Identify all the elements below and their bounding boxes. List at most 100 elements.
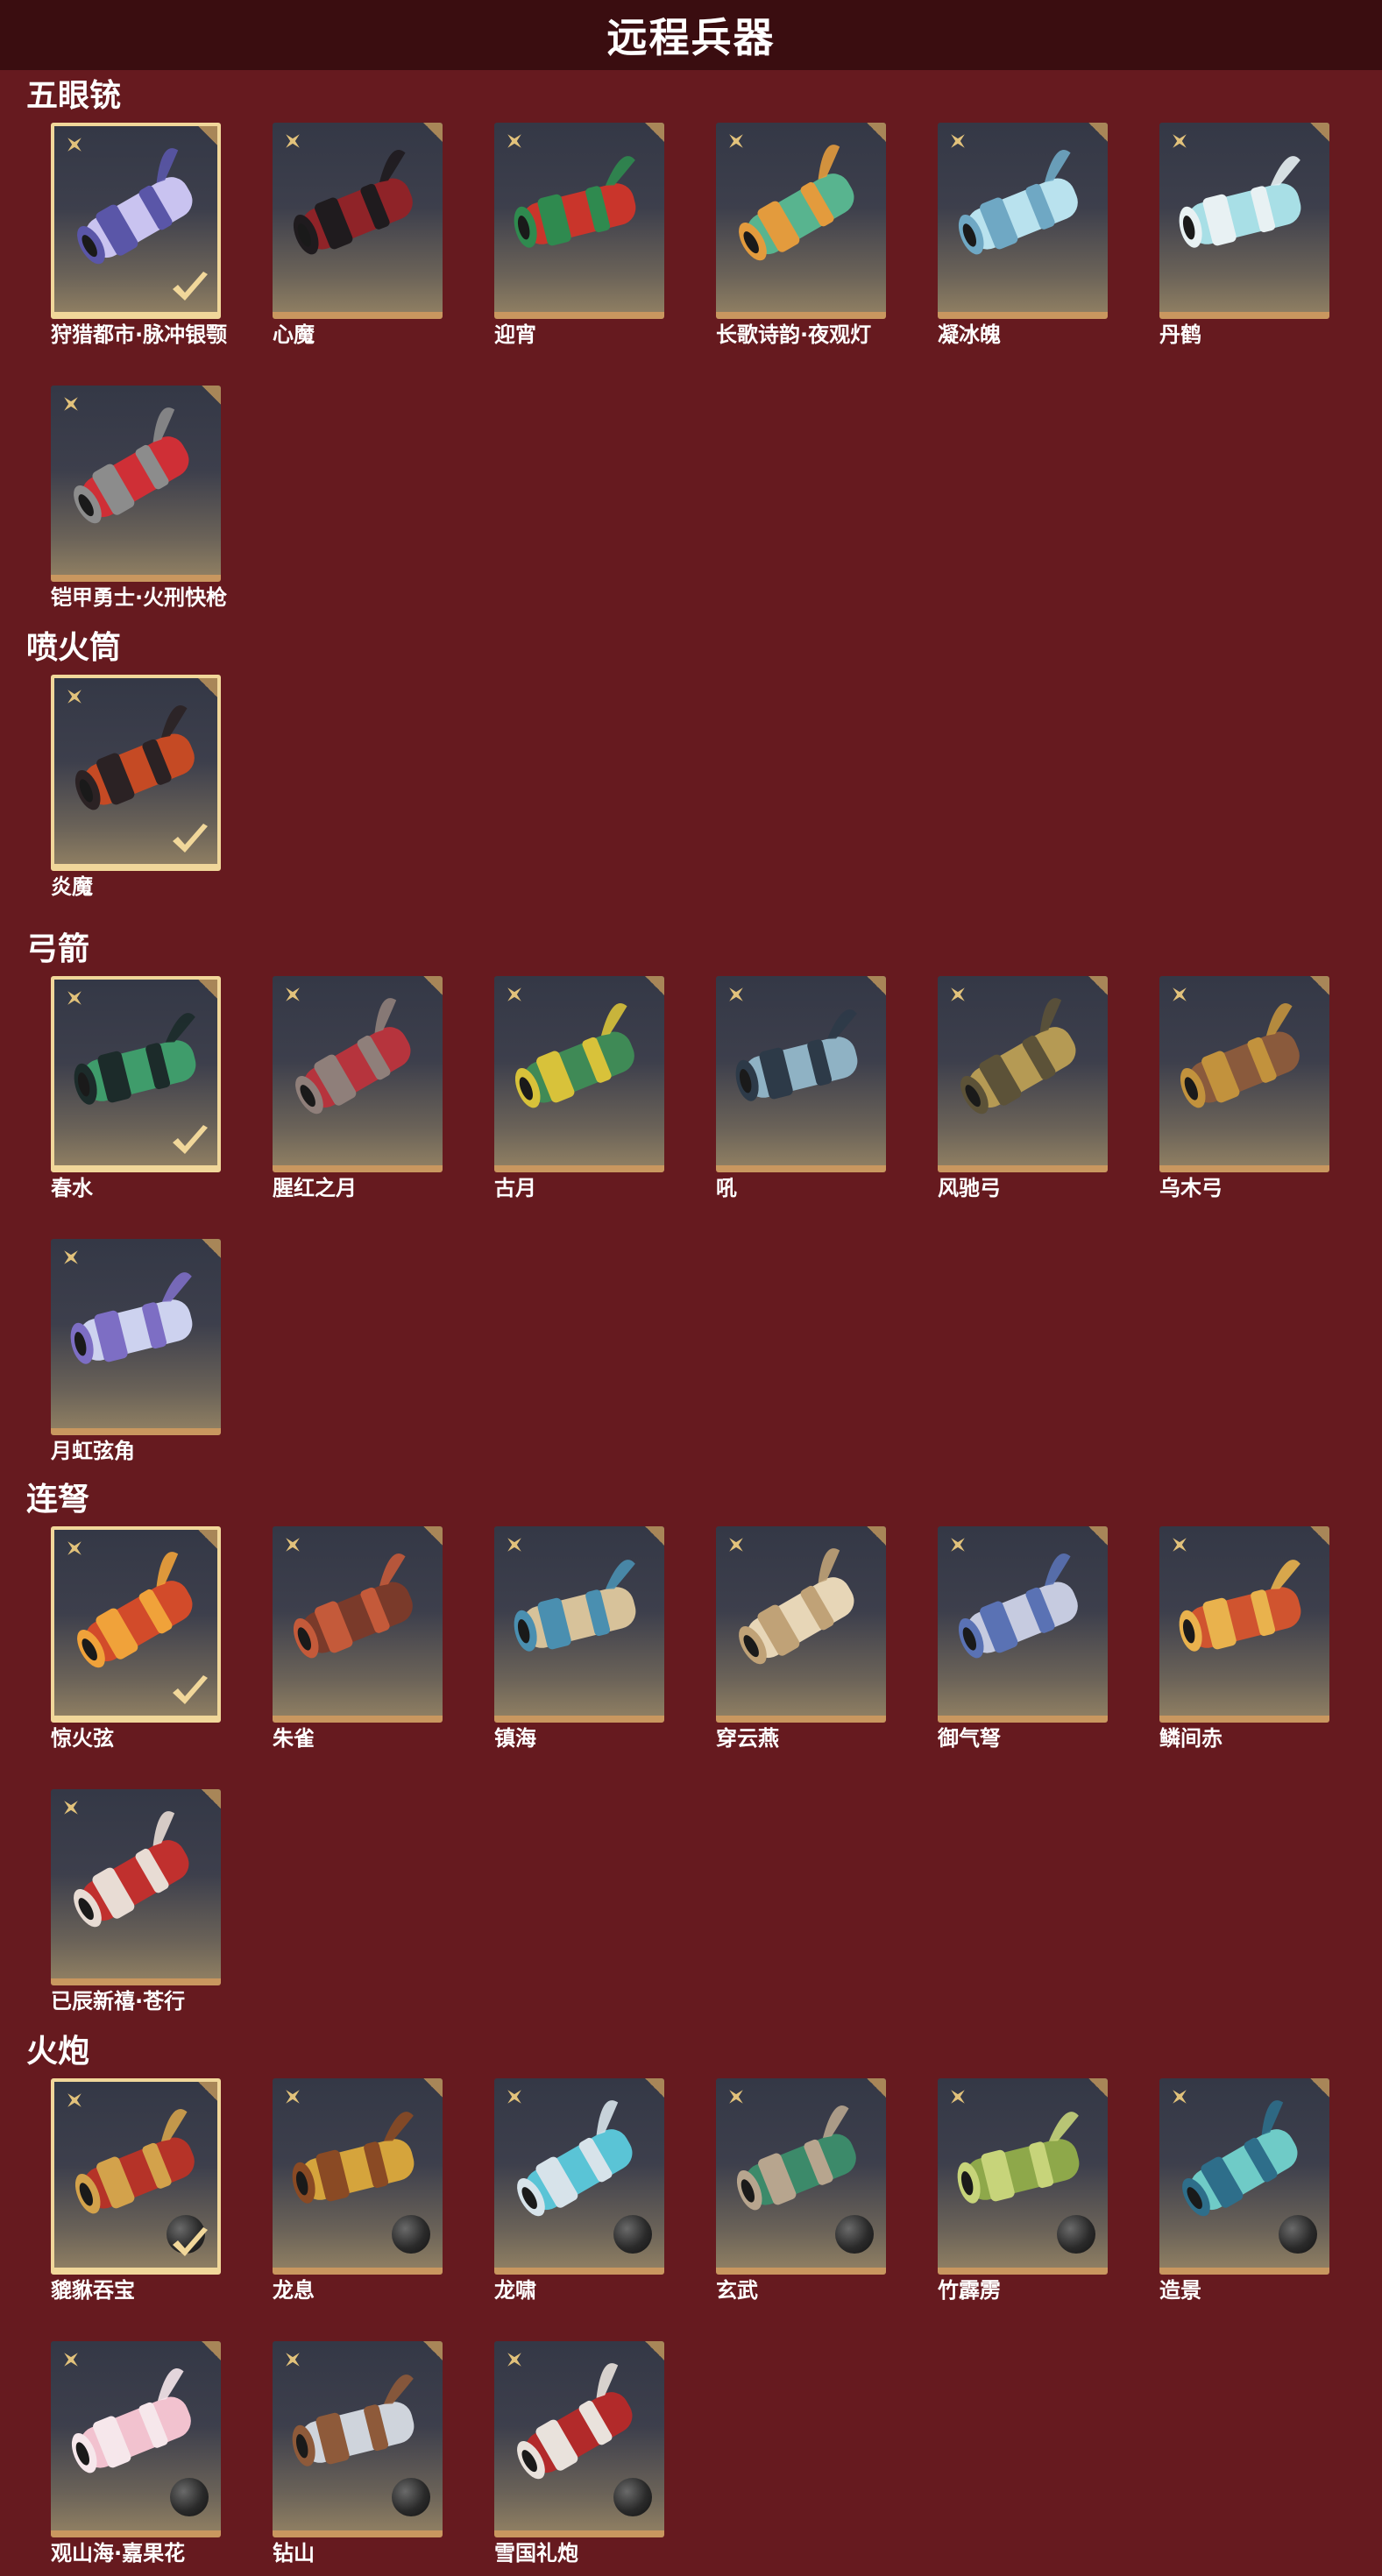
- weapon-card[interactable]: [938, 2078, 1108, 2275]
- section-title: 喷火筒: [26, 630, 122, 666]
- section-title: 弓箭: [26, 931, 90, 967]
- weapon-item[interactable]: 龙息: [273, 2078, 444, 2303]
- weapon-artwork-icon: [739, 1548, 854, 1665]
- weapon-card[interactable]: [273, 2078, 443, 2275]
- weapon-item[interactable]: 春水: [51, 976, 223, 1200]
- weapon-card[interactable]: [494, 123, 664, 319]
- weapon-card[interactable]: [716, 1526, 886, 1723]
- weapon-card[interactable]: [273, 1526, 443, 1723]
- weapon-item[interactable]: 镇海: [494, 1526, 666, 1751]
- weapon-artwork-icon: [514, 1002, 634, 1108]
- card-corner-tab: [423, 2341, 443, 2360]
- weapon-card[interactable]: [51, 1239, 221, 1435]
- weapon-item[interactable]: 腥红之月: [273, 976, 444, 1200]
- weapon-item[interactable]: 龙啸: [494, 2078, 666, 2303]
- weapon-artwork-icon: [514, 156, 636, 248]
- rarity-star-icon: [729, 2090, 743, 2104]
- weapon-card[interactable]: [51, 2341, 221, 2537]
- weapon-name: 造景: [1159, 2278, 1201, 2303]
- weapon-card[interactable]: [1159, 976, 1329, 1172]
- equipped-check-icon: [173, 272, 208, 301]
- weapon-card-selected[interactable]: [51, 675, 221, 871]
- weapon-item[interactable]: 造景: [1159, 2078, 1331, 2303]
- weapon-item[interactable]: 凝冰魄: [938, 123, 1109, 347]
- weapon-card-selected[interactable]: [51, 976, 221, 1172]
- weapon-item[interactable]: 玄武: [716, 2078, 888, 2303]
- weapon-item[interactable]: 乌木弓: [1159, 976, 1331, 1200]
- weapon-item[interactable]: 朱雀: [273, 1526, 444, 1751]
- weapon-card[interactable]: [494, 976, 664, 1172]
- weapon-item[interactable]: 御气弩: [938, 1526, 1109, 1751]
- weapon-name: 长歌诗韵·夜观灯: [716, 322, 872, 347]
- weapon-item[interactable]: 吼: [716, 976, 888, 1200]
- weapon-card[interactable]: [494, 1526, 664, 1723]
- weapon-card[interactable]: [716, 123, 886, 319]
- weapon-item[interactable]: 狩猎都市·脉冲银颚: [51, 123, 227, 347]
- weapon-item[interactable]: 古月: [494, 976, 666, 1200]
- weapon-card[interactable]: [494, 2078, 664, 2275]
- weapon-item[interactable]: 貔貅吞宝: [51, 2078, 223, 2303]
- rarity-star-icon: [507, 134, 521, 148]
- equipped-check-icon: [173, 1675, 208, 1704]
- weapon-item[interactable]: 迎宵: [494, 123, 666, 347]
- weapon-item[interactable]: 长歌诗韵·夜观灯: [716, 123, 888, 347]
- weapon-item[interactable]: 鳞间赤: [1159, 1526, 1331, 1751]
- weapon-name: 穿云燕: [716, 1726, 779, 1751]
- weapon-card[interactable]: [938, 123, 1108, 319]
- equipped-check-icon: [173, 1125, 208, 1154]
- weapon-card[interactable]: [273, 123, 443, 319]
- weapon-card-selected[interactable]: [51, 123, 221, 319]
- rarity-star-icon: [507, 987, 521, 1001]
- weapon-item[interactable]: 竹霹雳: [938, 2078, 1109, 2303]
- weapon-card[interactable]: [273, 976, 443, 1172]
- rarity-star-icon: [507, 1538, 521, 1552]
- weapon-item[interactable]: 心魔: [273, 123, 444, 347]
- rarity-star-icon: [286, 2090, 300, 2104]
- weapon-card[interactable]: [1159, 2078, 1329, 2275]
- card-corner-tab: [202, 1239, 221, 1258]
- weapon-card[interactable]: [494, 2341, 664, 2537]
- rarity-star-icon: [286, 2353, 300, 2367]
- weapon-item[interactable]: 钻山: [273, 2341, 444, 2565]
- weapon-item[interactable]: 风驰弓: [938, 976, 1109, 1200]
- cannonball-icon: [1279, 2215, 1317, 2254]
- weapon-card-selected[interactable]: [51, 1526, 221, 1723]
- weapon-name: 镇海: [494, 1726, 536, 1751]
- weapon-card[interactable]: [1159, 1526, 1329, 1723]
- weapon-name: 观山海·嘉果花: [51, 2541, 186, 2565]
- weapon-item[interactable]: 观山海·嘉果花: [51, 2341, 223, 2565]
- weapon-name: 已辰新禧·苍行: [51, 1989, 186, 2013]
- weapon-name: 钻山: [273, 2541, 315, 2565]
- weapon-item[interactable]: 穿云燕: [716, 1526, 888, 1751]
- weapon-item[interactable]: 丹鹤: [1159, 123, 1331, 347]
- card-corner-tab: [198, 2082, 217, 2101]
- rarity-star-icon: [729, 134, 743, 148]
- weapon-card[interactable]: [273, 2341, 443, 2537]
- card-corner-tab: [198, 980, 217, 999]
- card-corner-tab: [1088, 2078, 1108, 2098]
- weapon-card[interactable]: [1159, 123, 1329, 319]
- weapon-item[interactable]: 铠甲勇士·火刑快枪: [51, 386, 227, 610]
- cannonball-icon: [392, 2215, 430, 2254]
- weapon-card[interactable]: [51, 1789, 221, 1985]
- weapon-card[interactable]: [938, 1526, 1108, 1723]
- card-corner-tab: [423, 123, 443, 142]
- weapon-card-selected[interactable]: [51, 2078, 221, 2275]
- weapon-item[interactable]: 惊火弦: [51, 1526, 223, 1751]
- rarity-star-icon: [507, 2090, 521, 2104]
- weapon-card[interactable]: [938, 976, 1108, 1172]
- weapon-name: 龙息: [273, 2278, 315, 2303]
- weapon-card[interactable]: [716, 976, 886, 1172]
- weapon-name: 惊火弦: [51, 1726, 114, 1751]
- rarity-star-icon: [951, 987, 965, 1001]
- page-title: 远程兵器: [606, 14, 776, 61]
- weapon-card[interactable]: [51, 386, 221, 582]
- weapon-card[interactable]: [716, 2078, 886, 2275]
- section-title: 五眼铳: [26, 78, 122, 114]
- weapon-item[interactable]: 雪国礼炮: [494, 2341, 666, 2565]
- card-corner-tab: [423, 976, 443, 995]
- weapon-item[interactable]: 炎魔: [51, 675, 223, 899]
- weapon-item[interactable]: 月虹弦角: [51, 1239, 223, 1463]
- weapon-item[interactable]: 已辰新禧·苍行: [51, 1789, 223, 2013]
- weapon-name: 炎魔: [51, 874, 93, 899]
